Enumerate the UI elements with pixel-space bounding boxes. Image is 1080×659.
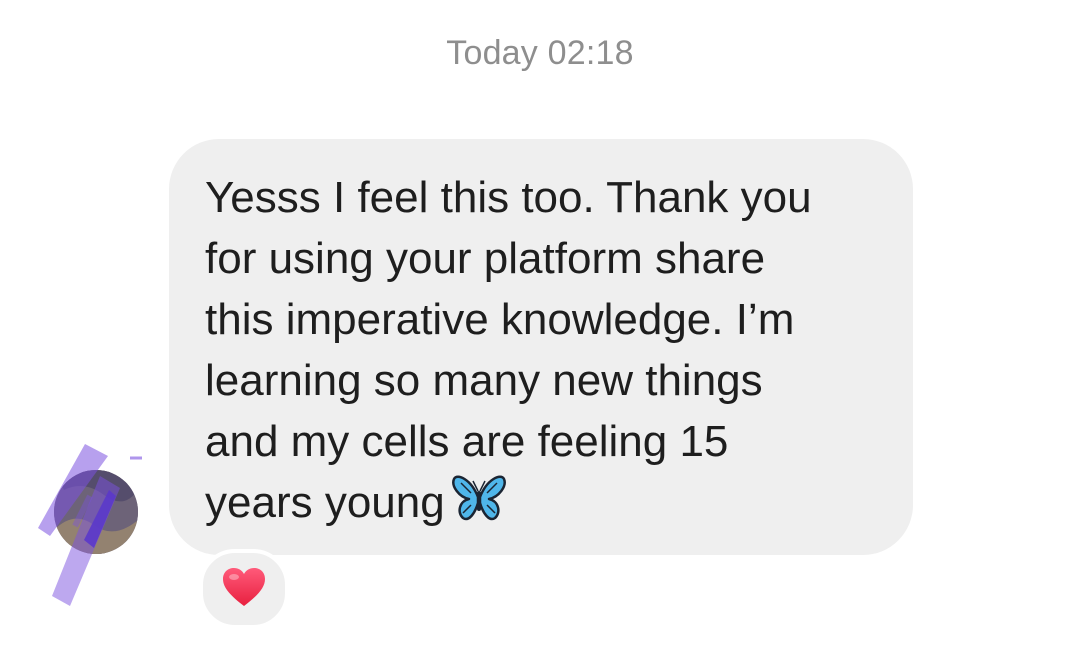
message-line: and my cells are feeling 15 <box>205 417 729 466</box>
message-line: years young <box>205 478 445 527</box>
heart-icon <box>221 566 267 613</box>
message-timestamp: Today 02:18 <box>446 34 634 72</box>
message-line: for using your platform share <box>205 234 766 283</box>
reaction-badge[interactable] <box>199 549 289 629</box>
message-line: this imperative knowledge. I’m <box>205 295 795 344</box>
message-line: Yesss I feel this too. Thank you <box>205 173 812 222</box>
message-bubble[interactable]: Yesss I feel this too. Thank you for usi… <box>169 139 913 555</box>
butterfly-icon <box>451 473 507 539</box>
message-text: Yesss I feel this too. Thank you for usi… <box>205 167 883 539</box>
message-line: learning so many new things <box>205 356 763 405</box>
scribble-overlay-icon <box>38 444 142 606</box>
sender-avatar-container[interactable] <box>30 436 150 616</box>
